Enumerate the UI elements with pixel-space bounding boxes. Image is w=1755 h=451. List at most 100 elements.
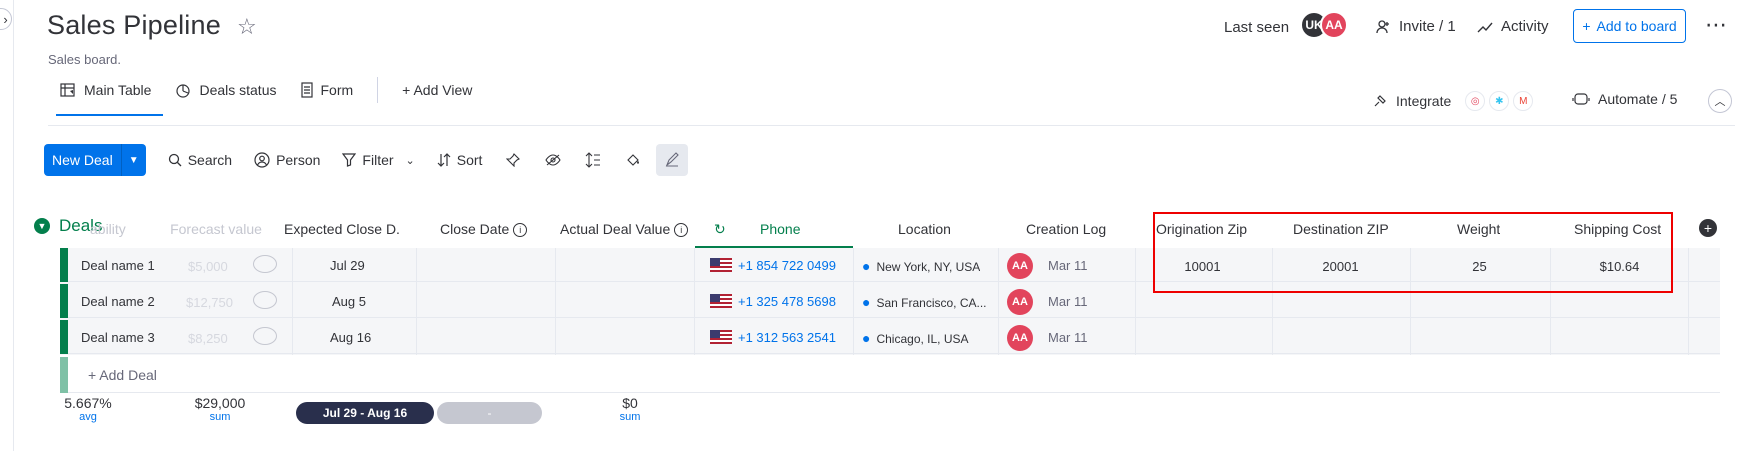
tab-form[interactable]: Form: [289, 66, 366, 114]
comment-bubble-icon[interactable]: [253, 255, 277, 273]
collapse-group-chevron-icon[interactable]: ▼: [34, 218, 50, 234]
person-filter-button[interactable]: Person: [254, 152, 320, 168]
forecast-value[interactable]: $8,250: [188, 331, 228, 346]
comment-bubble-icon[interactable]: [253, 327, 277, 345]
group-color-bar: [60, 357, 68, 393]
new-item-button[interactable]: New Deal ▼: [44, 144, 146, 176]
summary-value: 5.667%: [64, 395, 112, 411]
board-title[interactable]: Sales Pipeline: [47, 10, 221, 41]
column-header-phone[interactable]: Phone: [760, 221, 800, 237]
invite-label: Invite / 1: [1399, 18, 1456, 35]
info-icon[interactable]: i: [513, 223, 528, 237]
summary-function-label[interactable]: avg: [58, 411, 118, 423]
paint-bucket-icon[interactable]: [624, 151, 642, 169]
column-header-forecast[interactable]: Forecast value: [161, 221, 271, 237]
location-pin-icon: ●: [862, 330, 871, 346]
table-icon: [60, 83, 75, 97]
chevron-down-icon[interactable]: ▼: [120, 144, 146, 176]
column-header-location[interactable]: Location: [898, 221, 951, 237]
activity-label: Activity: [1501, 18, 1549, 35]
tab-label: Deals status: [199, 82, 277, 98]
tab-label: Main Table: [84, 82, 152, 98]
add-view-label: + Add View: [402, 82, 473, 98]
avatar[interactable]: AA: [1007, 289, 1033, 315]
summary-actual-value: $0 sum: [580, 395, 680, 441]
chevron-down-icon[interactable]: ⌄: [406, 154, 415, 167]
group-color-bar: [60, 284, 68, 318]
phone-cell[interactable]: +1 325 478 5698: [710, 294, 836, 309]
last-seen-label: Last seen: [1224, 19, 1290, 36]
star-icon[interactable]: ☆: [237, 14, 257, 40]
summary-function-label[interactable]: sum: [580, 411, 680, 423]
expected-close-date[interactable]: Aug 16: [330, 330, 371, 345]
add-to-board-button[interactable]: + Add to board: [1573, 9, 1686, 43]
tab-divider: [377, 77, 379, 103]
add-column-plus-icon[interactable]: +: [1699, 219, 1717, 237]
search-button[interactable]: Search: [168, 152, 232, 168]
more-options-icon[interactable]: ⋯: [1705, 12, 1728, 38]
new-item-label[interactable]: New Deal: [44, 144, 121, 176]
location-cell[interactable]: ● Chicago, IL, USA: [862, 330, 969, 346]
left-rail: ›: [0, 0, 14, 451]
search-label: Search: [187, 152, 233, 168]
tab-deals-status[interactable]: Deals status: [163, 66, 288, 114]
search-icon: [168, 153, 182, 167]
expected-close-date[interactable]: Jul 29: [330, 258, 365, 273]
integrate-button[interactable]: Integrate ◎ ✱ M: [1372, 91, 1534, 111]
avatar[interactable]: AA: [1007, 253, 1033, 279]
add-item-input[interactable]: + Add Deal: [88, 367, 157, 383]
activity-trend-icon: [1477, 22, 1493, 32]
group-color-bar: [60, 248, 68, 282]
board-description[interactable]: Sales board.: [48, 52, 121, 67]
slack-icon: ✱: [1489, 91, 1510, 111]
info-icon[interactable]: i: [674, 223, 689, 237]
column-header-expected-close[interactable]: Expected Close D...: [284, 221, 399, 237]
location-pin-icon: ●: [862, 258, 871, 274]
summary-forecast: $29,000 sum: [170, 395, 270, 441]
add-item-row[interactable]: + Add Deal: [60, 357, 1720, 393]
column-header-close-date[interactable]: Close Date i: [440, 221, 528, 237]
collapse-header-chevron-up-icon[interactable]: ︿: [1708, 89, 1732, 113]
row-height-icon[interactable]: [584, 151, 602, 169]
item-name[interactable]: Deal name 1: [81, 258, 155, 273]
summary-function-label[interactable]: sum: [170, 411, 270, 423]
form-icon: [300, 82, 313, 98]
avatar[interactable]: AA: [1007, 325, 1033, 351]
hide-eye-icon[interactable]: [544, 151, 562, 169]
item-name[interactable]: Deal name 3: [81, 330, 155, 345]
column-separator: [416, 248, 417, 355]
pin-icon[interactable]: [504, 151, 522, 169]
filter-button[interactable]: Filter ⌄: [342, 152, 415, 168]
avatar[interactable]: AA: [1320, 11, 1348, 39]
expand-sidebar-chevron-icon[interactable]: ›: [0, 8, 12, 30]
format-pen-icon[interactable]: [656, 144, 689, 176]
phone-number[interactable]: +1 312 563 2541: [738, 330, 836, 345]
column-header-actual-value[interactable]: Actual Deal Value i: [560, 221, 689, 237]
phone-number[interactable]: +1 325 478 5698: [738, 294, 836, 309]
activity-button[interactable]: Activity: [1477, 18, 1549, 35]
person-label: Person: [276, 152, 321, 168]
expected-close-date[interactable]: Aug 5: [332, 294, 366, 309]
invite-button[interactable]: Invite / 1: [1375, 18, 1456, 35]
highlight-box: [1153, 212, 1673, 293]
comment-bubble-icon[interactable]: [253, 291, 277, 309]
column-separator: [1688, 248, 1689, 355]
summary-probability: 5.667% avg: [58, 395, 118, 441]
automate-button[interactable]: Automate / 5: [1572, 91, 1677, 107]
location-cell[interactable]: ● New York, NY, USA: [862, 258, 980, 274]
forecast-value[interactable]: $12,750: [186, 295, 233, 310]
column-header-probability[interactable]: ability: [90, 221, 140, 237]
column-header-creation-log[interactable]: Creation Log: [1026, 221, 1106, 237]
sort-button[interactable]: Sort: [437, 152, 482, 168]
refresh-arrow-icon[interactable]: ↻: [714, 221, 726, 238]
view-tabs: Main Table Deals status Form + Add View: [48, 77, 484, 116]
location-text: Chicago, IL, USA: [876, 332, 969, 346]
phone-number[interactable]: +1 854 722 0499: [738, 258, 836, 273]
tab-main-table[interactable]: Main Table: [48, 66, 164, 116]
phone-cell[interactable]: +1 854 722 0499: [710, 258, 836, 273]
add-view-button[interactable]: + Add View: [390, 66, 484, 114]
forecast-value[interactable]: $5,000: [188, 259, 228, 274]
item-name[interactable]: Deal name 2: [81, 294, 155, 309]
location-cell[interactable]: ● San Francisco, CA...: [862, 294, 987, 310]
phone-cell[interactable]: +1 312 563 2541: [710, 330, 836, 345]
